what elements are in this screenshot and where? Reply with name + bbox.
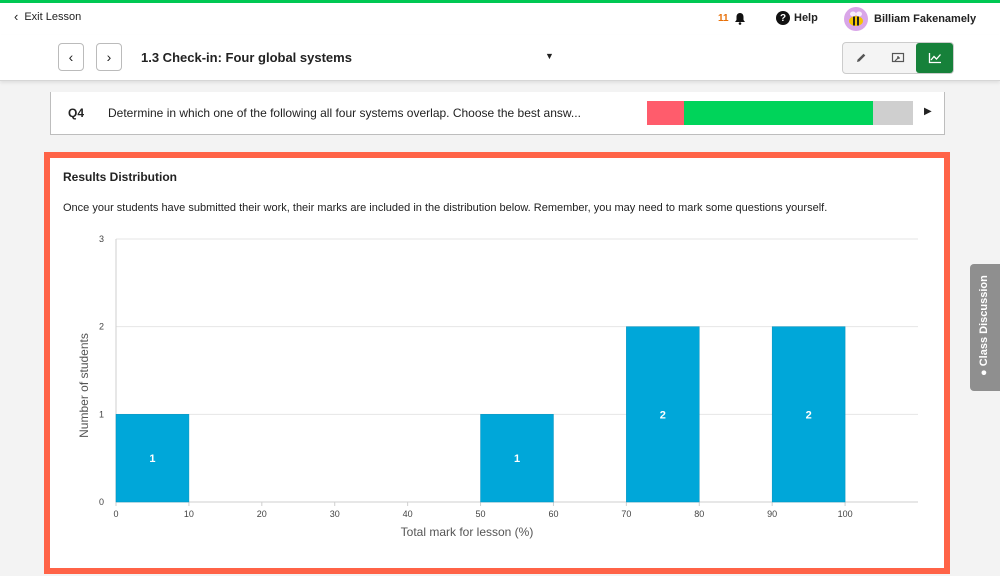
avatar — [844, 7, 868, 31]
bee-icon — [849, 11, 863, 26]
x-tick-label: 30 — [330, 509, 340, 519]
x-tick-label: 40 — [403, 509, 413, 519]
notification-count: 11 — [718, 13, 729, 24]
results-mode-button[interactable] — [916, 43, 954, 73]
user-menu[interactable]: Billiam Fakenamely — [844, 7, 976, 31]
chat-bubble-icon: ● — [978, 369, 990, 376]
x-tick-label: 0 — [113, 509, 118, 519]
result-segment-unanswered — [873, 101, 913, 125]
notifications-button[interactable]: 11 — [718, 12, 746, 25]
x-axis-title: Total mark for lesson (%) — [401, 525, 534, 539]
edit-mode-button[interactable] — [843, 43, 880, 73]
bar-data-label: 2 — [806, 409, 812, 421]
chevron-right-icon: › — [106, 49, 112, 65]
top-bar: ‹ Exit Lesson 11 ? Help Billiam Fakename… — [0, 3, 1000, 35]
results-chart: 01230 10 20 30 40 50 60 70 80 90 1001 12 2Total mark… — [77, 234, 918, 539]
x-tick-label: 50 — [476, 509, 486, 519]
present-icon — [891, 52, 905, 63]
x-tick-label: 100 — [838, 509, 853, 519]
y-tick-label: 0 — [99, 497, 104, 507]
chevron-left-icon: ‹ — [68, 49, 74, 65]
class-discussion-label: Class Discussion — [978, 275, 990, 367]
class-discussion-tab[interactable]: ● Class Discussion — [970, 264, 1000, 391]
expand-arrow-icon[interactable]: ▶ — [924, 106, 932, 117]
next-lesson-button[interactable]: › — [96, 43, 122, 71]
question-icon: ? — [776, 11, 790, 25]
view-toolbar — [842, 42, 954, 74]
bar-data-label: 1 — [149, 453, 155, 465]
help-button[interactable]: ? Help — [776, 11, 818, 25]
x-tick-label: 70 — [621, 509, 631, 519]
bar-data-label: 2 — [660, 409, 666, 421]
question-result-bar — [647, 101, 913, 125]
question-row[interactable]: Q4 Determine in which one of the followi… — [50, 92, 945, 135]
lesson-dropdown-caret-icon[interactable]: ▼ — [545, 51, 554, 61]
y-axis-title: Number of students — [77, 333, 91, 438]
y-tick-label: 2 — [99, 322, 104, 332]
bar-data-label: 1 — [514, 453, 520, 465]
result-segment-incorrect — [647, 101, 685, 125]
result-segment-correct — [684, 101, 874, 125]
present-mode-button[interactable] — [880, 43, 917, 73]
x-tick-label: 60 — [548, 509, 558, 519]
lesson-title: 1.3 Check-in: Four global systems — [141, 50, 352, 65]
help-label: Help — [794, 12, 818, 24]
chevron-left-icon: ‹ — [14, 9, 19, 24]
lesson-bar: ‹ › 1.3 Check-in: Four global systems ▼ — [0, 35, 1000, 81]
x-tick-label: 80 — [694, 509, 704, 519]
question-text: Determine in which one of the following … — [108, 106, 581, 120]
user-name: Billiam Fakenamely — [874, 13, 977, 25]
exit-lesson-button[interactable]: ‹ Exit Lesson — [14, 9, 82, 24]
y-tick-label: 1 — [99, 409, 104, 419]
chart-icon — [928, 53, 941, 64]
x-tick-label: 90 — [767, 509, 777, 519]
question-number: Q4 — [68, 106, 85, 120]
previous-lesson-button[interactable]: ‹ — [58, 43, 84, 71]
bell-icon — [734, 13, 745, 25]
pencil-icon — [857, 53, 866, 62]
x-tick-label: 20 — [257, 509, 267, 519]
results-distribution-panel: Results Distribution Once your students … — [44, 152, 950, 574]
exit-lesson-label: Exit Lesson — [24, 11, 82, 23]
y-tick-label: 3 — [99, 234, 104, 244]
x-tick-label: 10 — [184, 509, 194, 519]
